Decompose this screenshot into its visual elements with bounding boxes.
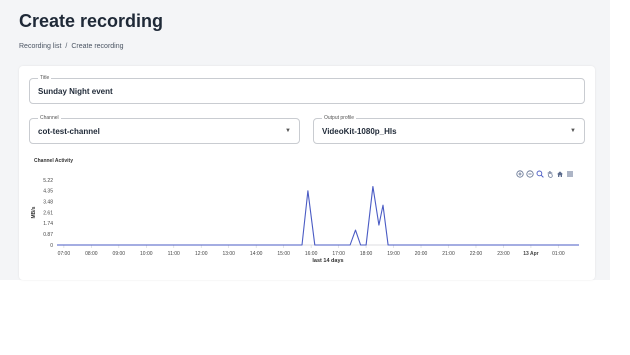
channel-activity-chart: 5.22 4.35 3.48 2.61 1.74 0.87 0 07:00 08:00 09:00… bbox=[31, 178, 579, 264]
page-title: Create recording bbox=[19, 11, 164, 31]
y-tick-label: 2.61 bbox=[43, 210, 53, 216]
y-axis-title: MB/s bbox=[31, 206, 37, 218]
x-tick-label: 22:00 bbox=[470, 251, 483, 257]
series-line bbox=[57, 185, 579, 246]
y-tick-label: 0 bbox=[50, 243, 53, 249]
x-tick-label: 18:00 bbox=[360, 251, 373, 257]
breadcrumb-recording-list-link[interactable]: Recording list bbox=[19, 43, 61, 50]
x-tick-label: 20:00 bbox=[415, 251, 428, 257]
y-tick-label: 1.74 bbox=[43, 221, 53, 227]
y-tick-label: 3.48 bbox=[43, 199, 53, 205]
x-axis-title: last 14 days bbox=[312, 258, 343, 264]
y-tick-label: 0.87 bbox=[43, 232, 53, 238]
page-background: Create recording Recording list / Create… bbox=[0, 0, 610, 280]
chart-plot-area: 5.22 4.35 3.48 2.61 1.74 0.87 0 07:00 08:00 09:00… bbox=[31, 178, 579, 264]
y-tick-label: 4.35 bbox=[43, 189, 53, 195]
x-tick-label: 17:00 bbox=[332, 251, 345, 257]
x-tick-label: 01:00 bbox=[552, 251, 565, 257]
x-tick-label: 13:00 bbox=[222, 251, 235, 257]
x-tick-label: 16:00 bbox=[305, 251, 318, 257]
x-tick-label: 23:00 bbox=[497, 251, 510, 257]
y-tick-label: 5.22 bbox=[43, 178, 53, 184]
x-tick-label: 21:00 bbox=[442, 251, 455, 257]
x-tick-label: 08:00 bbox=[85, 251, 98, 257]
x-tick-label: 14:00 bbox=[250, 251, 263, 257]
x-tick-label: 15:00 bbox=[277, 251, 290, 257]
x-tick-label: 11:00 bbox=[168, 251, 180, 257]
x-tick-label: 12:00 bbox=[195, 251, 208, 257]
x-tick-label: 13 Apr bbox=[523, 251, 538, 257]
x-tick-label: 07:00 bbox=[58, 251, 71, 257]
breadcrumb: Recording list / Create recording bbox=[19, 43, 124, 50]
x-tick-label: 19:00 bbox=[387, 251, 400, 257]
x-tick-label: 10:00 bbox=[140, 251, 153, 257]
breadcrumb-current: Create recording bbox=[71, 43, 124, 50]
recording-form-card: Title Sunday Night event Channel cot-tes… bbox=[19, 66, 595, 280]
x-tick-label: 09:00 bbox=[113, 251, 126, 257]
breadcrumb-separator: / bbox=[65, 43, 68, 50]
